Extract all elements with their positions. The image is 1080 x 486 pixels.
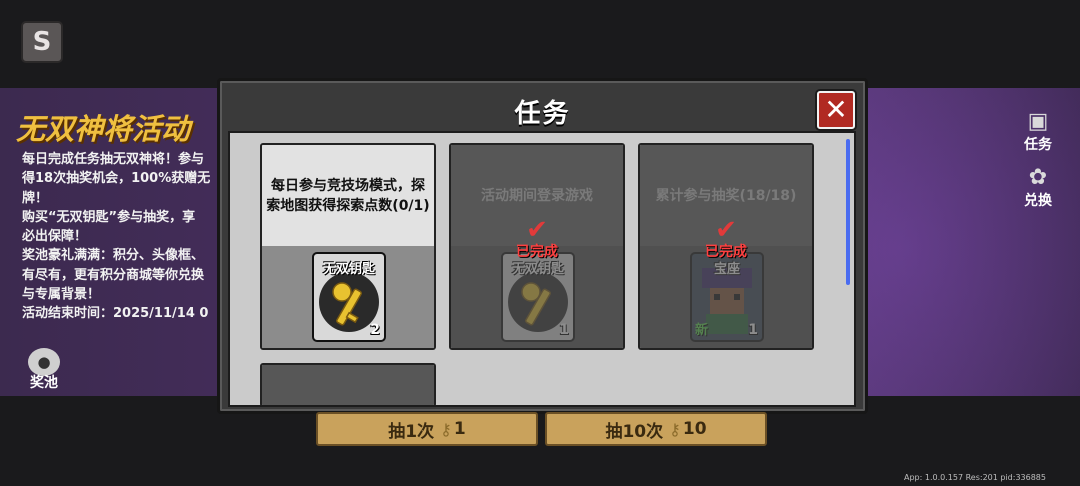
event-desc-line: 得18次抽奖机会，100%获赠无 [22, 171, 211, 187]
reward-item[interactable]: 无双钥匙 2 [312, 252, 386, 342]
scrollbar[interactable] [846, 139, 850, 285]
task-icon: ▣ [1027, 109, 1049, 134]
completed-label: 已完成 [705, 244, 747, 260]
draw-label: 抽10次 [605, 421, 664, 442]
draw-cost: 1 [453, 419, 466, 439]
reward-count: 2 [370, 322, 380, 338]
app-version-info: App: 1.0.0.157 Res:201 pid:336885 [904, 473, 1046, 482]
side-tab-label: 任务 [1024, 137, 1052, 153]
event-desc-line: 与专属背景！ [22, 287, 101, 303]
back-s-icon: S [32, 27, 52, 57]
event-desc-line: 每日完成任务抽无双神将！参与 [22, 152, 205, 167]
task-card: 累计参与抽奖(18/18) 宝座 新 1 ✔ 已完成 [638, 143, 814, 350]
event-desc-line: 奖池豪礼满满：积分、头像框、 [22, 248, 205, 264]
event-desc-line: 牌！ [22, 190, 49, 206]
event-desc-line: 有尽有，更有积分商城等你兑换 [22, 267, 205, 283]
side-tab-label: 兑换 [1024, 193, 1052, 209]
task-card: 每日参与竞技场模式，探索地图获得探索点数(0/1) 无双钥匙 2 [260, 143, 436, 350]
task-description: 每日参与竞技场模式，探索地图获得探索点数(0/1) [262, 145, 434, 246]
draw-label: 抽1次 [388, 421, 435, 442]
reward-item: 无双钥匙 1 [501, 252, 575, 342]
side-tab-task[interactable]: ▣ 任务 [1016, 110, 1060, 154]
event-desc-line: 活动结束时间：2025/11/14 0 [22, 306, 209, 322]
task-reward-area: 无双钥匙 1 [451, 246, 623, 348]
draw-once-button[interactable]: 抽1次 ⚷ 1 [316, 412, 538, 446]
event-title: 无双神将活动 [16, 112, 191, 146]
prize-pool-button[interactable]: ● 奖池 [24, 348, 64, 392]
dialog-title: 任务 [514, 99, 571, 129]
completed-mark: ✔ 已完成 [640, 217, 812, 261]
event-description: 每日完成任务抽无双神将！参与 得18次抽奖机会，100%获赠无 牌！ 购买“无双… [22, 150, 222, 330]
reward-name: 无双钥匙 [322, 262, 375, 277]
task-card [260, 363, 436, 405]
new-tag: 新 [695, 323, 709, 338]
task-reward-area: 宝座 新 1 [640, 246, 812, 348]
back-button[interactable]: S [21, 21, 63, 63]
task-reward-area: 无双钥匙 2 [262, 246, 434, 348]
prize-pool-label: 奖池 [30, 375, 58, 391]
event-desc-line: 购买“无双钥匙”参与抽奖，享 [22, 209, 196, 225]
draw-cost: 10 [682, 419, 707, 439]
task-dialog: 任务 ✕ 每日参与竞技场模式，探索地图获得探索点数(0/1) 无双钥匙 2 活动… [217, 78, 868, 414]
key-icon: ⚷ [669, 419, 681, 439]
exchange-icon: ✿ [1028, 165, 1048, 190]
reward-item: 宝座 新 1 [690, 252, 764, 342]
reward-count: 1 [748, 322, 758, 338]
completed-mark: ✔ 已完成 [451, 217, 623, 261]
key-icon: ⚷ [440, 419, 452, 439]
side-tab-exchange[interactable]: ✿ 兑换 [1016, 166, 1060, 210]
task-card: 活动期间登录游戏 无双钥匙 1 ✔ 已完成 [449, 143, 625, 350]
checkmark-icon: ✔ [526, 215, 548, 245]
close-button[interactable]: ✕ [817, 91, 855, 129]
completed-label: 已完成 [516, 244, 558, 260]
task-list[interactable]: 每日参与竞技场模式，探索地图获得探索点数(0/1) 无双钥匙 2 活动期间登录游… [228, 131, 856, 407]
reward-count: 1 [559, 322, 569, 338]
event-desc-line: 必出保障！ [22, 229, 88, 245]
side-tabs: ▣ 任务 ✿ 兑换 [1016, 110, 1060, 222]
checkmark-icon: ✔ [715, 215, 737, 245]
task-description-hidden [262, 365, 434, 405]
draw-ten-button[interactable]: 抽10次 ⚷ 10 [545, 412, 767, 446]
close-x-icon: ✕ [824, 93, 848, 126]
